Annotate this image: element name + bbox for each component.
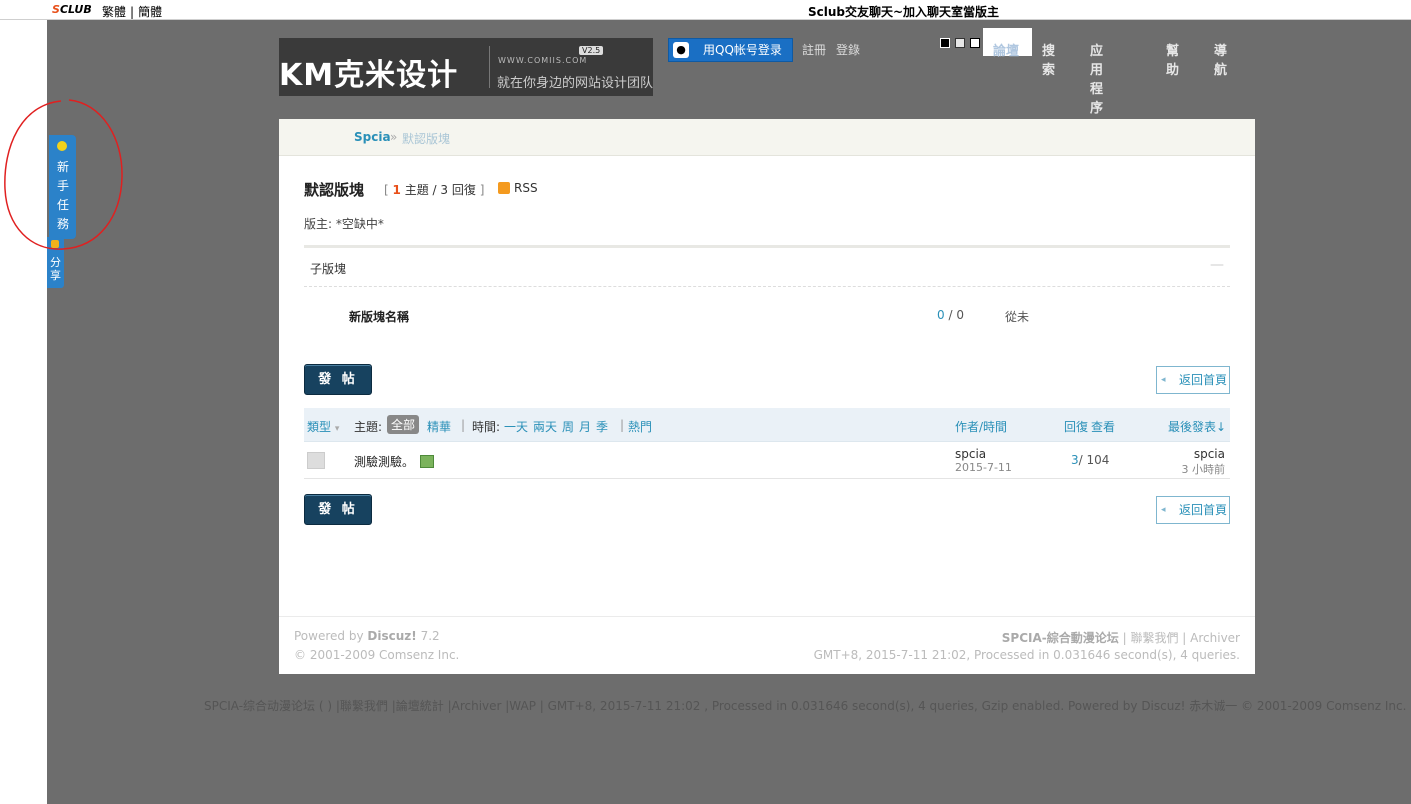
collapse-icon[interactable]: — [1210,257,1224,273]
rss-icon [498,182,510,194]
login-link[interactable]: 登錄 [836,41,860,58]
sort-down-icon: ↓ [1216,420,1227,434]
sort-views[interactable]: 查看 [1091,418,1115,435]
subforum-row: 新版塊名稱 0 / 0 從未 [304,299,1230,329]
subforum-name-link[interactable]: 新版塊名稱 [349,308,409,325]
filter-week[interactable]: 周 [562,418,574,435]
forum-content: Spcia » 默認版塊 默認版塊 [ 1 主題 / 3 回復 ] RSS 版主… [279,119,1255,674]
filter-digest[interactable]: 精華 [427,418,451,435]
new-post-button-top[interactable]: 發 帖 [304,364,372,395]
style-swatch-light[interactable] [955,38,965,48]
thread-last-poster-link[interactable]: spcia [1194,447,1225,461]
logo-wordmark: KM克米设计 [279,58,459,93]
lightbulb-icon [57,141,67,151]
qq-login-label: 用QQ帐号登录 [703,43,782,57]
back-arrow-icon: ◂ [1161,505,1166,515]
style-swatch-white[interactable] [970,38,980,48]
filter-type[interactable]: 類型 ▾ [307,418,339,435]
nav-help[interactable]: 幫助 [1166,40,1179,78]
nav-search[interactable]: 搜索 [1042,40,1055,78]
filter-month[interactable]: 月 [579,418,591,435]
thread-title-link[interactable]: 測驗測驗。 [354,453,414,470]
filter-hot[interactable]: 熱門 [628,418,652,435]
lang-separator: | [130,5,135,19]
left-margin [0,20,47,804]
forum-moderators: 版主: *空缺中* [304,217,384,231]
thread-author-link[interactable]: spcia [955,447,986,461]
style-swatch-black[interactable] [940,38,950,48]
back-home-button-top[interactable]: ◂ 返回首頁 [1156,366,1230,394]
forum-footer: Powered by Discuz! 7.2 © 2001-2009 Comse… [279,616,1255,675]
lang-simplified-link[interactable]: 簡體 [138,5,162,19]
replies-count: 3 [440,183,449,197]
subforum-last-post: 從未 [1005,310,1030,324]
filter-two-days[interactable]: 兩天 [533,418,557,435]
sort-author-time[interactable]: 作者/時間 [955,418,1007,435]
filter-season[interactable]: 季 [596,418,608,435]
powered-by: Powered by Discuz! 7.2 [294,629,440,643]
site-name-link[interactable]: SPCIA-綜合動漫论坛 [1002,631,1119,645]
qq-penguin-icon: ● [673,42,689,58]
sort-last-post[interactable]: 最後發表↓ [1168,418,1226,435]
breadcrumb-separator: » [390,130,398,144]
thread-folder-icon [307,452,325,469]
register-link[interactable]: 註冊 [802,41,826,58]
type-dropdown-icon: ▾ [334,424,340,434]
logo-slogan: 就在你身边的网站设计团队 [497,76,653,91]
subforum-counts: 0 / 0 [937,308,964,322]
site-brand-logo[interactable]: SCLUB [52,3,92,16]
footer-stats: GMT+8, 2015-7-11 21:02, Processed in 0.0… [813,648,1240,662]
language-switcher: 繁體 | 簡體 [102,3,162,20]
image-attachment-icon [420,455,434,468]
page-bottom-info: SPCIA-综合动漫论坛 ( ) |聯繫我們 |論壇統計 |Archiver |… [204,699,1407,713]
newbie-task-label: 新手任務 [56,160,69,231]
table-row: 測驗測驗。 spcia 2015-7-11 3/ 104 spcia 3 小時前 [304,442,1230,479]
breadcrumb: Spcia » 默認版塊 [279,119,1255,156]
topics-count: 1 [392,183,401,197]
sort-replies[interactable]: 回復 [1064,418,1088,435]
logo-version-badge: V2.5 [579,46,604,55]
archiver-link[interactable]: Archiver [1190,631,1240,645]
nav-forum[interactable]: 論壇 [983,28,1032,59]
share-widget[interactable]: 分享 [47,237,64,288]
filter-one-day[interactable]: 一天 [504,418,528,435]
discuz-link[interactable]: Discuz! [367,629,416,643]
filter-separator: | [620,418,625,432]
filter-all[interactable]: 全部 [387,415,420,434]
footer-links: SPCIA-綜合動漫论坛 | 聯繫我們 | Archiver [1001,631,1240,645]
new-post-button-bottom[interactable]: 發 帖 [304,494,372,525]
announcement-marquee[interactable]: Sclub交友聊天~加入聊天室當版主 [808,3,999,20]
forum-logo[interactable]: KM克米设计 V2.5 WWW.COMIIS.COM 就在你身边的网站设计团队 [279,38,653,96]
back-arrow-icon: ◂ [1161,375,1166,385]
copyright: © 2001-2009 Comsenz Inc. [294,648,460,662]
nav-apps[interactable]: 应用程序 [1090,40,1103,116]
share-label: 分享 [50,256,61,282]
rss-link[interactable]: RSS [498,181,538,195]
subforum-header-title: 子版塊 [310,262,347,276]
thread-last-post-time: 3 小時前 [1181,463,1226,476]
back-home-button-bottom[interactable]: ◂ 返回首頁 [1156,496,1230,524]
thread-list-header: 類型 ▾ 主題: 全部 精華 | 時間: 一天 兩天 周 月 季 | 熱門 作者… [304,408,1230,442]
share-icon [51,240,59,248]
filter-separator: | [461,418,466,432]
forum-title: 默認版塊 [304,181,365,199]
top-strip: SCLUB 繁體 | 簡體 Sclub交友聊天~加入聊天室當版主 [0,0,1411,20]
newbie-task-widget[interactable]: 新手任務 [49,135,76,239]
topic-filter-label: 主題: [354,420,383,434]
breadcrumb-current: 默認版塊 [402,132,451,146]
time-filter-label: 時間: [472,420,501,434]
subforum-header: 子版塊 — [304,245,1230,287]
breadcrumb-home-link[interactable]: Spcia [354,130,391,144]
qq-login-button[interactable]: ● 用QQ帐号登录 [668,38,793,62]
thread-reply-view-count: 3/ 104 [1071,453,1110,467]
thread-date: 2015-7-11 [955,461,1012,474]
lang-traditional-link[interactable]: 繁體 [102,5,126,19]
logo-url: WWW.COMIIS.COM [498,56,588,65]
contact-link[interactable]: 聯繫我們 [1130,631,1178,645]
forum-stats: [ 1 主題 / 3 回復 ] [384,183,485,197]
nav-navigation[interactable]: 導航 [1214,40,1227,78]
logo-divider [489,46,490,88]
